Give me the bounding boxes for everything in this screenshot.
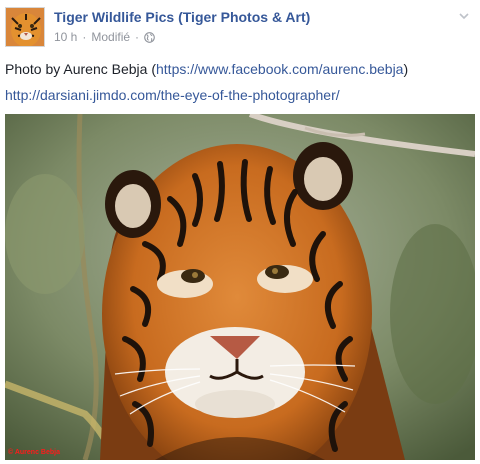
page-avatar[interactable]	[5, 7, 45, 47]
post-time[interactable]: 10 h	[54, 30, 77, 44]
post-photo[interactable]: © Aurenc Bebja	[5, 114, 475, 460]
meta-separator: ·	[82, 30, 87, 44]
photo-watermark: © Aurenc Bebja	[8, 449, 60, 456]
post-meta: 10 h · Modifié ·	[54, 30, 155, 44]
post-text-suffix: )	[403, 61, 409, 77]
author-profile-link[interactable]: https://www.facebook.com/aurenc.bebja	[156, 61, 403, 77]
post-link-line: http://darsiani.jimdo.com/the-eye-of-the…	[5, 87, 340, 103]
chevron-down-icon[interactable]	[457, 9, 471, 23]
external-link[interactable]: http://darsiani.jimdo.com/the-eye-of-the…	[5, 87, 340, 103]
page-name-link[interactable]: Tiger Wildlife Pics (Tiger Photos & Art)	[54, 9, 310, 25]
meta-separator: ·	[135, 30, 140, 44]
globe-icon[interactable]	[144, 31, 155, 43]
post-text-prefix: Photo by Aurenc Bebja (	[5, 61, 156, 77]
post-header: Tiger Wildlife Pics (Tiger Photos & Art)…	[5, 7, 475, 49]
edited-label[interactable]: Modifié	[91, 30, 130, 44]
post-text: Photo by Aurenc Bebja (https://www.faceb…	[5, 61, 408, 77]
